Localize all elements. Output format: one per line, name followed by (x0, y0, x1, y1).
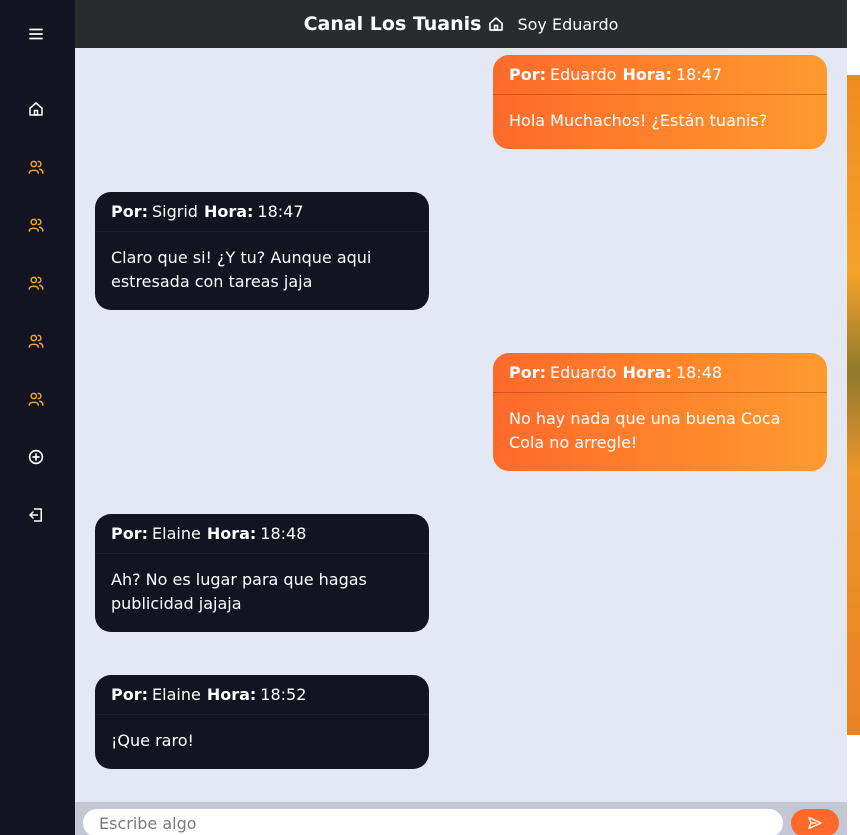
message-author: Elaine (152, 685, 201, 704)
message-bubble: Por: Elaine Hora: 18:52 ¡Que raro! (95, 675, 429, 769)
message-header: Por: Eduardo Hora: 18:47 (493, 55, 827, 95)
message-time: 18:48 (675, 363, 723, 382)
send-button[interactable] (791, 809, 839, 835)
message-text: Claro que si! ¿Y tu? Aunque aqui estresa… (111, 248, 372, 291)
decorative-image (847, 75, 860, 735)
message-list[interactable]: Por: Eduardo Hora: 18:47 Hola Muchachos!… (75, 48, 847, 802)
message-header: Por: Eduardo Hora: 18:48 (493, 353, 827, 393)
message-author: Eduardo (550, 363, 617, 382)
time-label: Hora: (622, 363, 672, 382)
message-composer (75, 802, 847, 835)
time-label: Hora: (206, 524, 257, 543)
channel-users-icon[interactable] (22, 327, 50, 355)
home-icon[interactable] (487, 15, 505, 33)
time-label: Hora: (622, 65, 672, 84)
author-label: Por: (509, 363, 547, 382)
message-text: ¡Que raro! (111, 731, 194, 750)
channel-users-icon[interactable] (22, 211, 50, 239)
chat-header: Canal Los Tuanis Soy Eduardo (75, 0, 847, 48)
message-author: Eduardo (550, 65, 617, 84)
current-user-label: Soy Eduardo (517, 14, 619, 34)
send-icon (808, 817, 822, 829)
message-header: Por: Elaine Hora: 18:48 (95, 514, 429, 554)
message-time: 18:47 (675, 65, 723, 84)
channel-users-icon[interactable] (22, 269, 50, 297)
time-label: Hora: (203, 202, 254, 221)
channel-users-icon[interactable] (22, 385, 50, 413)
sidebar (0, 0, 75, 835)
time-label: Hora: (206, 685, 257, 704)
author-label: Por: (111, 524, 149, 543)
message-text: No hay nada que una buena Coca Cola no a… (509, 409, 781, 452)
home-icon[interactable] (22, 95, 50, 123)
message-header: Por: Sigrid Hora: 18:47 (95, 192, 429, 232)
author-label: Por: (111, 202, 149, 221)
message-bubble: Por: Eduardo Hora: 18:48 No hay nada que… (493, 353, 827, 471)
message-bubble: Por: Elaine Hora: 18:48 Ah? No es lugar … (95, 514, 429, 632)
message-bubble: Por: Eduardo Hora: 18:47 Hola Muchachos!… (493, 55, 827, 149)
message-author: Sigrid (152, 202, 198, 221)
author-label: Por: (111, 685, 149, 704)
author-label: Por: (509, 65, 547, 84)
message-time: 18:52 (260, 685, 307, 704)
message-text: Ah? No es lugar para que hagas publicida… (111, 570, 367, 613)
message-time: 18:47 (257, 202, 304, 221)
menu-icon[interactable] (22, 20, 50, 48)
message-author: Elaine (152, 524, 201, 543)
message-text: Hola Muchachos! ¿Están tuanis? (509, 111, 768, 130)
message-input[interactable] (83, 809, 783, 835)
background-strip (847, 0, 860, 835)
message-time: 18:48 (260, 524, 307, 543)
logout-icon[interactable] (22, 501, 50, 529)
channel-users-icon[interactable] (22, 153, 50, 181)
message-header: Por: Elaine Hora: 18:52 (95, 675, 429, 715)
message-bubble: Por: Sigrid Hora: 18:47 Claro que si! ¿Y… (95, 192, 429, 310)
channel-title: Canal Los Tuanis (303, 13, 482, 35)
add-circle-icon[interactable] (22, 443, 50, 471)
